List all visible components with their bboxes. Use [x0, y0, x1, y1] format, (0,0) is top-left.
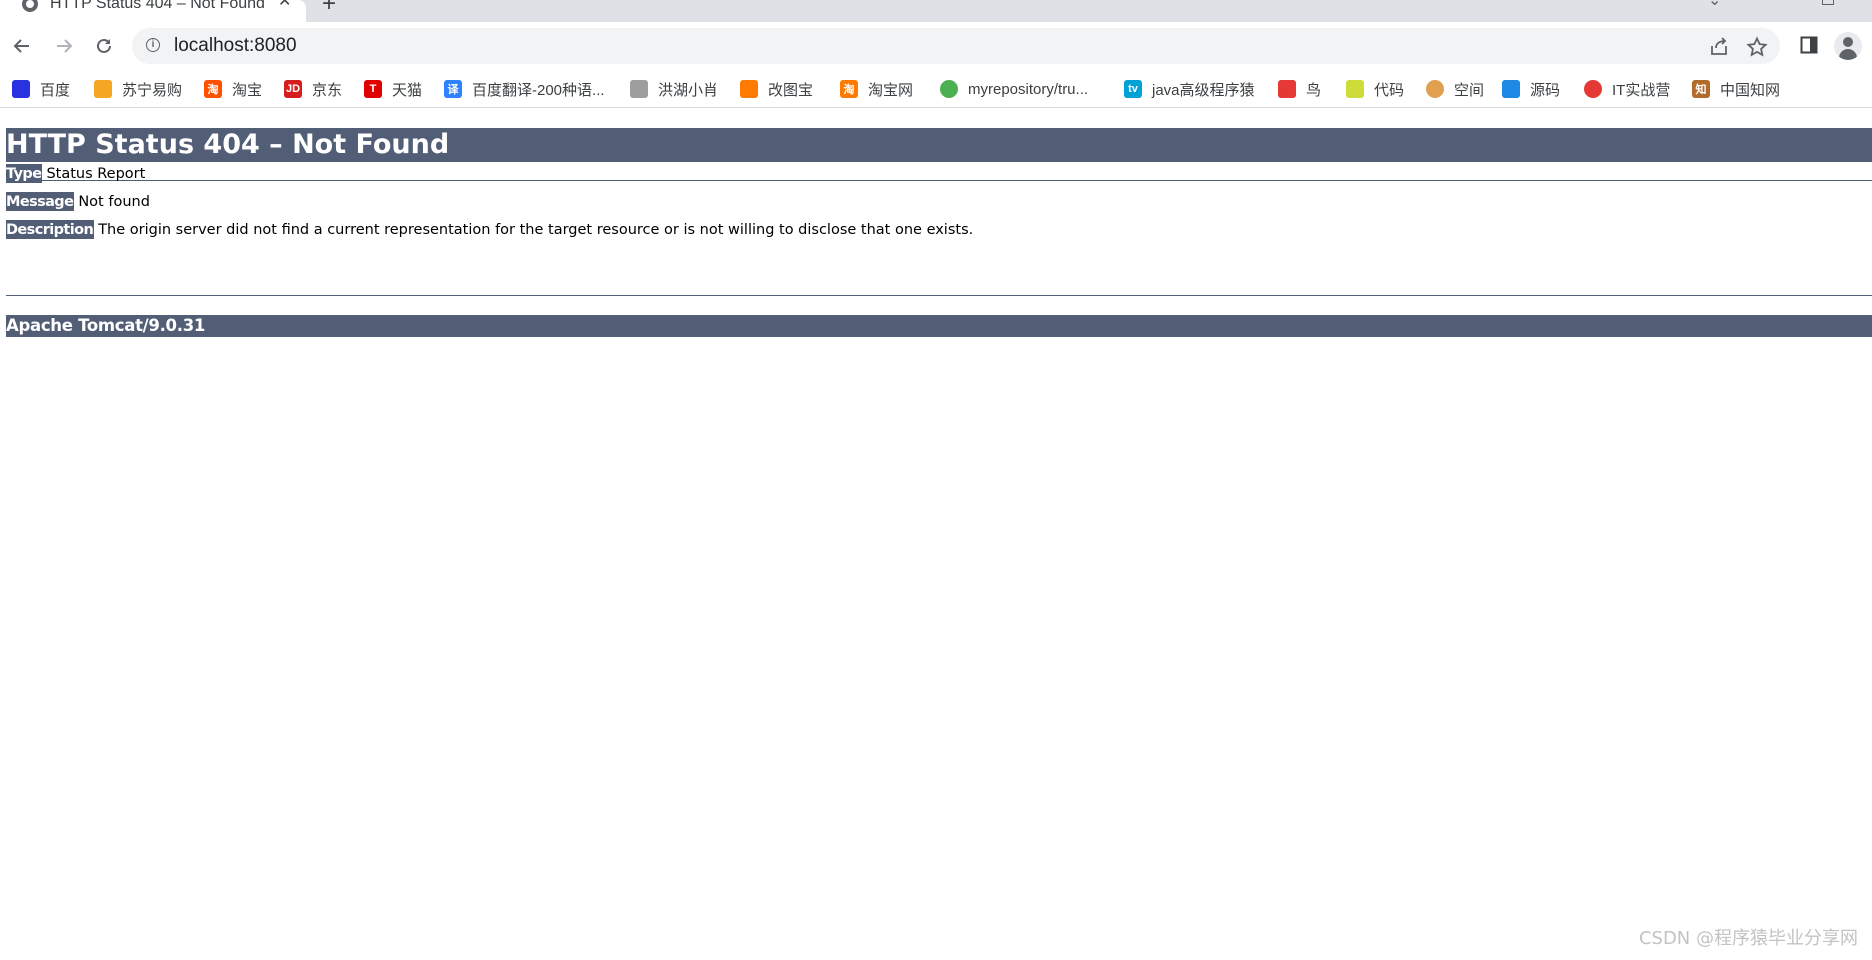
- description-value: The origin server did not find a current…: [98, 222, 974, 238]
- watermark: CSDN @程序猿毕业分享网: [1638, 928, 1858, 949]
- bookmark-item[interactable]: tv java高级程序猿: [1124, 79, 1255, 99]
- description-row: Description The origin server did not fin…: [6, 220, 973, 239]
- bookmark-label: 中国知网: [1720, 81, 1781, 99]
- bookmark-item[interactable]: 知中国知网: [1692, 79, 1780, 99]
- bookmarks-bar: 百度 苏宁易购淘淘宝 JD 京东 T 天猫译百度翻译-200种语... 洪湖小肖 改图宝淘淘宝…: [0, 70, 1872, 108]
- bookmark-label: 苏宁易购: [122, 81, 183, 99]
- bookmark-fish-icon: [1502, 80, 1520, 98]
- bookmark-label: 天猫: [392, 81, 423, 99]
- bookmark-label: 源码: [1530, 81, 1561, 99]
- message-value: Not found: [78, 194, 150, 210]
- bookmark-favicon-icon: 淘: [204, 80, 222, 98]
- type-row: Type Status Report: [6, 164, 145, 183]
- bookmark-label: 空间: [1454, 81, 1485, 99]
- bookmark-favicon-icon: T: [364, 80, 382, 98]
- type-label: Type: [6, 164, 43, 183]
- bookmark-item[interactable]: 鸟: [1278, 79, 1321, 99]
- globe-icon: [22, 0, 38, 12]
- bookmark-label: 百度: [40, 81, 71, 99]
- server-info: Apache Tomcat/9.0.31: [6, 315, 1872, 337]
- url-input[interactable]: localhost:8080: [174, 35, 297, 57]
- profile-icon[interactable]: [1834, 32, 1862, 60]
- bookmark-favicon-icon: 译: [444, 80, 462, 98]
- bookmark-item[interactable]: T 天猫: [364, 79, 422, 99]
- bookmark-square-icon: [740, 80, 758, 98]
- forward-button[interactable]: [48, 30, 80, 62]
- description-label: Description: [6, 220, 95, 239]
- bookmark-label: 洪湖小肖: [658, 81, 719, 99]
- bookmark-label: 淘宝: [232, 81, 263, 99]
- star-icon[interactable]: [1746, 36, 1768, 58]
- bookmark-item[interactable]: 百度: [12, 79, 70, 99]
- bookmark-item[interactable]: 代码: [1346, 79, 1404, 99]
- new-tab-button[interactable]: +: [322, 0, 336, 16]
- browser-tab[interactable]: HTTP Status 404 – Not Found ✕: [0, 0, 306, 22]
- bookmark-item[interactable]: IT实战营: [1584, 79, 1670, 99]
- bookmark-bird2-icon: [1278, 80, 1296, 98]
- bookmark-favicon-icon: 淘: [840, 80, 858, 98]
- avatar-body: [1839, 49, 1857, 60]
- bookmark-item[interactable]: 空间: [1426, 79, 1484, 99]
- bookmark-label: 改图宝: [768, 81, 814, 99]
- tab-title: HTTP Status 404 – Not Found: [50, 0, 265, 12]
- bookmark-label: 京东: [312, 81, 343, 99]
- bookmark-item[interactable]: 淘淘宝网: [840, 79, 913, 99]
- bookmark-item[interactable]: 译百度翻译-200种语...: [444, 79, 605, 99]
- bookmark-bird-icon: [630, 80, 648, 98]
- type-value: Status Report: [46, 166, 146, 182]
- avatar-head: [1843, 37, 1853, 47]
- browser-toolbar: i localhost:8080: [0, 22, 1872, 70]
- bookmark-item[interactable]: JD 京东: [284, 79, 342, 99]
- forward-icon: [57, 39, 73, 53]
- message-label: Message: [6, 192, 75, 211]
- page-content: HTTP Status 404 – Not Found Type Status R…: [0, 108, 1872, 960]
- divider: [6, 180, 1872, 181]
- bookmark-item[interactable]: myrepository/tru...: [940, 79, 1088, 99]
- restore-window-icon[interactable]: [1822, 0, 1834, 5]
- divider: [6, 295, 1872, 296]
- share-icon[interactable]: [1708, 36, 1730, 58]
- message-row: Message Not found: [6, 192, 150, 211]
- bookmark-item[interactable]: 改图宝: [740, 79, 813, 99]
- reload-button[interactable]: [88, 30, 120, 62]
- info-icon[interactable]: i: [146, 38, 160, 52]
- bookmark-leaf-icon: [1346, 80, 1364, 98]
- bookmark-favicon-icon: JD: [284, 80, 302, 98]
- bookmark-item[interactable]: 淘淘宝: [204, 79, 262, 99]
- bookmark-item[interactable]: 苏宁易购: [94, 79, 182, 99]
- bookmark-favicon-icon: tv: [1124, 80, 1142, 98]
- close-icon[interactable]: ✕: [278, 0, 291, 10]
- bookmark-label: 百度翻译-200种语...: [472, 81, 605, 99]
- bookmark-lion-icon: [94, 80, 112, 98]
- bookmark-label: 代码: [1374, 81, 1405, 99]
- bookmark-chrome-red-icon: [1584, 80, 1602, 98]
- back-button[interactable]: [6, 30, 38, 62]
- bookmark-item[interactable]: 洪湖小肖: [630, 79, 718, 99]
- bookmark-item[interactable]: 源码: [1502, 79, 1560, 99]
- bookmark-label: IT实战营: [1612, 81, 1671, 99]
- bookmark-label: myrepository/tru...: [968, 80, 1089, 98]
- address-bar[interactable]: i localhost:8080: [132, 28, 1780, 64]
- chevron-down-icon[interactable]: ⌄: [1708, 0, 1721, 10]
- bookmark-paw-icon: [12, 80, 30, 98]
- reload-icon: [97, 38, 111, 53]
- bookmark-label: java高级程序猿: [1152, 81, 1255, 99]
- bookmark-ring-icon: [1426, 80, 1444, 98]
- page-title: HTTP Status 404 – Not Found: [6, 128, 1872, 162]
- tab-strip: HTTP Status 404 – Not Found ✕ + ⌄: [0, 0, 1872, 22]
- side-panel-icon[interactable]: [1800, 36, 1818, 54]
- bookmark-favicon-icon: 知: [1692, 80, 1710, 98]
- bookmark-label: 鸟: [1306, 81, 1322, 99]
- back-icon: [13, 39, 29, 53]
- bookmark-chrome-icon: [940, 80, 958, 98]
- bookmark-label: 淘宝网: [868, 81, 914, 99]
